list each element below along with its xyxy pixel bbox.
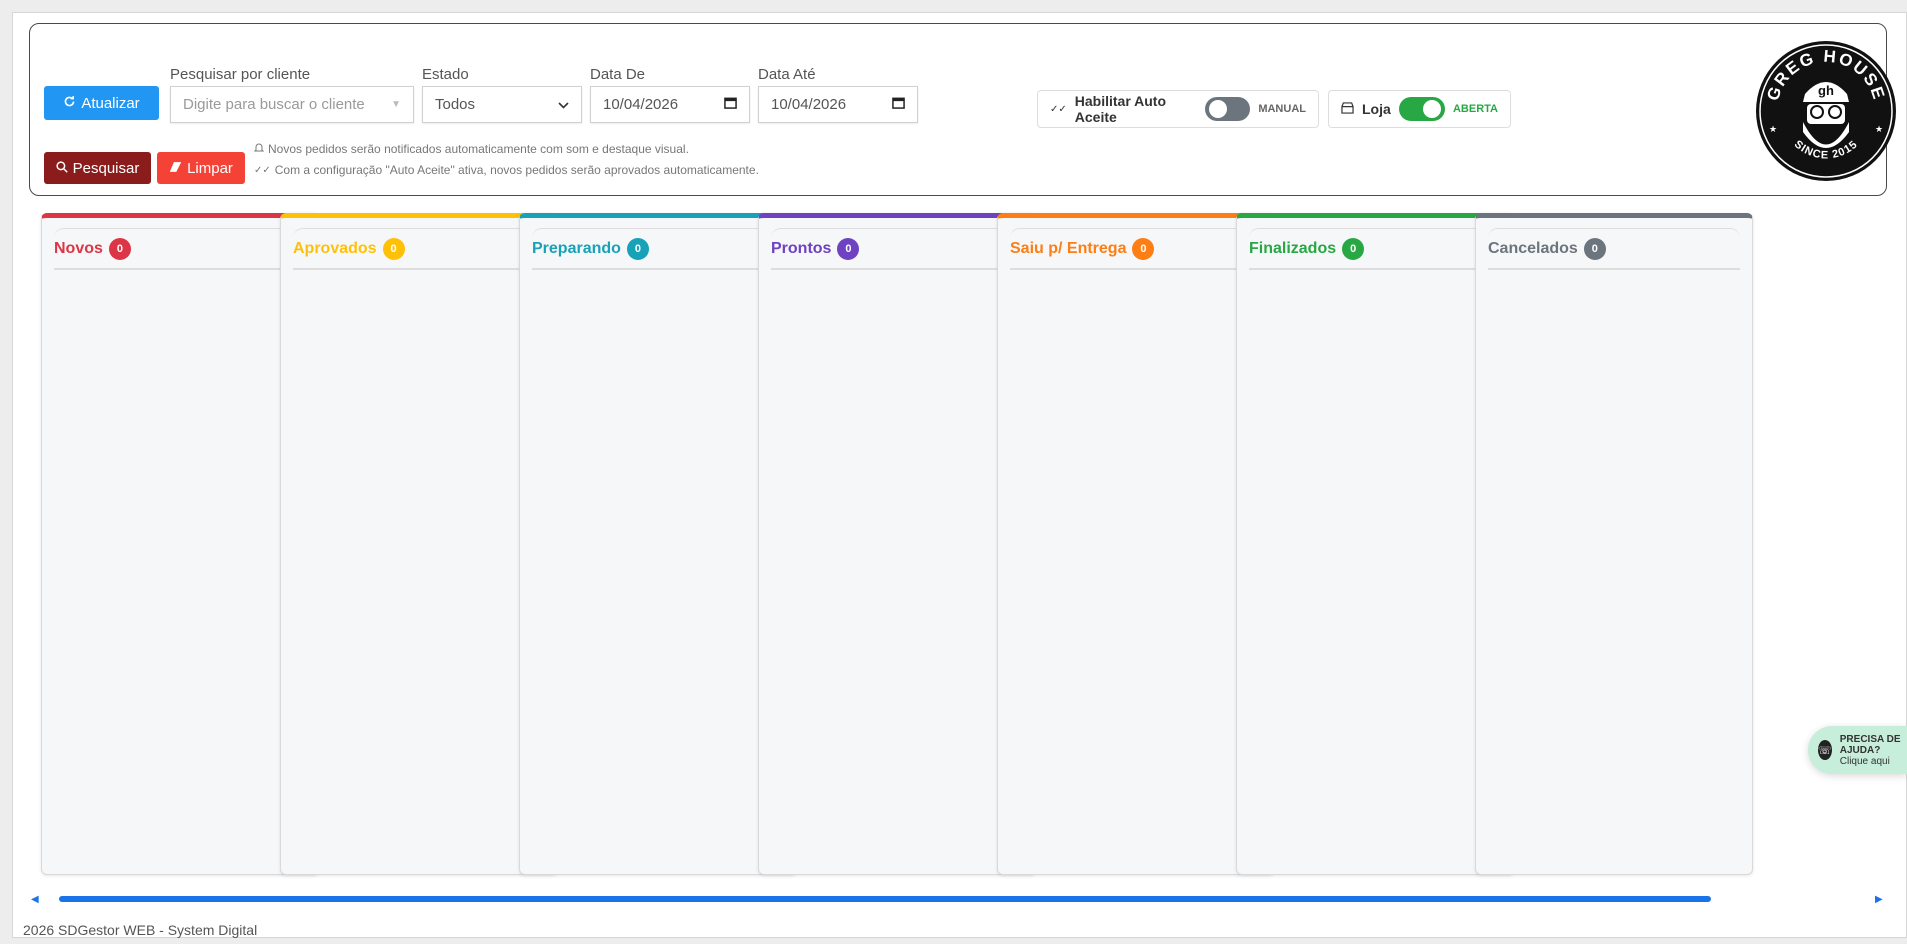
auto-accept-hint-text: Com a configuração "Auto Aceite" ativa, … xyxy=(274,163,759,177)
scroll-left-arrow-icon[interactable]: ◀ xyxy=(31,894,39,905)
svg-text:★: ★ xyxy=(1769,124,1777,134)
store-open-switch[interactable] xyxy=(1398,97,1445,121)
refresh-icon xyxy=(63,95,76,112)
count-badge: 0 xyxy=(1583,237,1606,260)
store-toggle-group: Loja ABERTA xyxy=(1328,90,1511,128)
notify-hint-text: Novos pedidos serão notificados automati… xyxy=(268,142,689,156)
page-container: Atualizar Pesquisar Limpar Pesquisar por… xyxy=(12,12,1907,938)
auto-accept-state: MANUAL xyxy=(1258,103,1306,115)
status-select[interactable]: Todos xyxy=(422,86,582,123)
search-button-label: Pesquisar xyxy=(72,159,140,177)
client-search-input[interactable]: Digite para buscar o cliente ▼ xyxy=(170,86,414,123)
search-icon xyxy=(56,160,68,177)
store-state: ABERTA xyxy=(1452,103,1498,115)
refresh-button-label: Atualizar xyxy=(81,94,140,112)
column-aprovados: Aprovados 0 xyxy=(280,213,558,875)
help-line1: PRECISA DE AJUDA? xyxy=(1839,733,1901,756)
help-line2: Clique aqui xyxy=(1839,755,1890,767)
auto-accept-label: Habilitar Auto Aceite xyxy=(1074,93,1167,125)
auto-accept-toggle-group: ✓✓ Habilitar Auto Aceite MANUAL xyxy=(1037,90,1319,128)
date-to-value: 10/04/2026 xyxy=(771,96,847,113)
date-from-label: Data De xyxy=(590,66,646,83)
count-badge: 0 xyxy=(1132,237,1155,260)
column-header: Finalizados 0 xyxy=(1249,228,1501,270)
column-title: Prontos xyxy=(771,239,832,257)
client-search-label: Pesquisar por cliente xyxy=(170,66,311,83)
column-title: Novos xyxy=(54,239,103,257)
filter-panel: Atualizar Pesquisar Limpar Pesquisar por… xyxy=(29,23,1896,196)
bell-icon xyxy=(253,142,265,156)
count-badge: 0 xyxy=(382,237,405,260)
count-badge: 0 xyxy=(626,237,649,260)
calendar-icon xyxy=(892,96,905,113)
store-label: Loja xyxy=(1362,101,1391,117)
column-header: Aprovados 0 xyxy=(293,228,545,270)
whatsapp-icon: ☏ xyxy=(1818,740,1832,760)
date-from-value: 10/04/2026 xyxy=(603,96,679,113)
column-novos: Novos 0 xyxy=(41,213,319,875)
footer-text: 2026 SDGestor WEB - System Digital xyxy=(23,922,258,938)
auto-accept-hint: ✓✓ Com a configuração "Auto Aceite" ativ… xyxy=(254,163,759,177)
status-label: Estado xyxy=(422,66,469,83)
search-button[interactable]: Pesquisar xyxy=(44,152,151,184)
double-check-icon: ✓✓ xyxy=(254,164,271,176)
help-whatsapp-button[interactable]: ☏ PRECISA DE AJUDA? Clique aqui xyxy=(1808,726,1907,774)
scroll-right-arrow-icon[interactable]: ▶ xyxy=(1875,894,1883,905)
chevron-down-icon: ▼ xyxy=(391,99,401,110)
count-badge: 0 xyxy=(837,237,860,260)
kanban-board: Novos 0 Aprovados 0 Preparando 0 Prontos… xyxy=(29,204,1887,894)
date-to-label: Data Até xyxy=(758,66,816,83)
column-prontos: Prontos 0 xyxy=(758,213,1036,875)
board-scrollbar[interactable]: ◀ ▶ xyxy=(29,892,1887,906)
column-finalizados: Finalizados 0 xyxy=(1236,213,1514,875)
eraser-icon xyxy=(169,160,182,177)
column-saiu-entrega: Saiu p/ Entrega 0 xyxy=(997,213,1275,875)
clear-button[interactable]: Limpar xyxy=(157,152,245,184)
refresh-button[interactable]: Atualizar xyxy=(44,86,159,120)
scroll-thumb[interactable] xyxy=(59,896,1711,902)
store-icon xyxy=(1341,101,1354,117)
double-check-icon: ✓✓ xyxy=(1050,103,1067,115)
column-header: Prontos 0 xyxy=(771,228,1023,270)
column-title: Finalizados xyxy=(1249,239,1337,257)
date-from-input[interactable]: 10/04/2026 xyxy=(590,86,750,123)
column-header: Saiu p/ Entrega 0 xyxy=(1010,228,1262,270)
column-title: Saiu p/ Entrega xyxy=(1010,239,1127,257)
column-title: Aprovados xyxy=(293,239,377,257)
date-to-input[interactable]: 10/04/2026 xyxy=(758,86,918,123)
calendar-icon xyxy=(724,96,737,113)
count-badge: 0 xyxy=(1342,237,1365,260)
status-value: Todos xyxy=(435,96,476,113)
column-header: Preparando 0 xyxy=(532,228,784,270)
logo-monogram: gh xyxy=(1818,83,1834,98)
count-badge: 0 xyxy=(108,237,131,260)
clear-button-label: Limpar xyxy=(187,159,233,177)
column-title: Cancelados xyxy=(1488,239,1578,257)
svg-text:★: ★ xyxy=(1875,124,1883,134)
column-header: Novos 0 xyxy=(54,228,306,270)
client-search-placeholder: Digite para buscar o cliente xyxy=(183,96,365,113)
brand-logo: GREG HOUSE SINCE 2015 gh ★ ★ xyxy=(1755,32,1897,190)
auto-accept-switch[interactable] xyxy=(1205,97,1251,121)
chevron-down-icon xyxy=(558,96,569,113)
column-preparando: Preparando 0 xyxy=(519,213,797,875)
column-header: Cancelados 0 xyxy=(1488,228,1740,270)
column-cancelados: Cancelados 0 xyxy=(1475,213,1753,875)
notify-hint: Novos pedidos serão notificados automati… xyxy=(253,142,689,156)
column-title: Preparando xyxy=(532,239,621,257)
